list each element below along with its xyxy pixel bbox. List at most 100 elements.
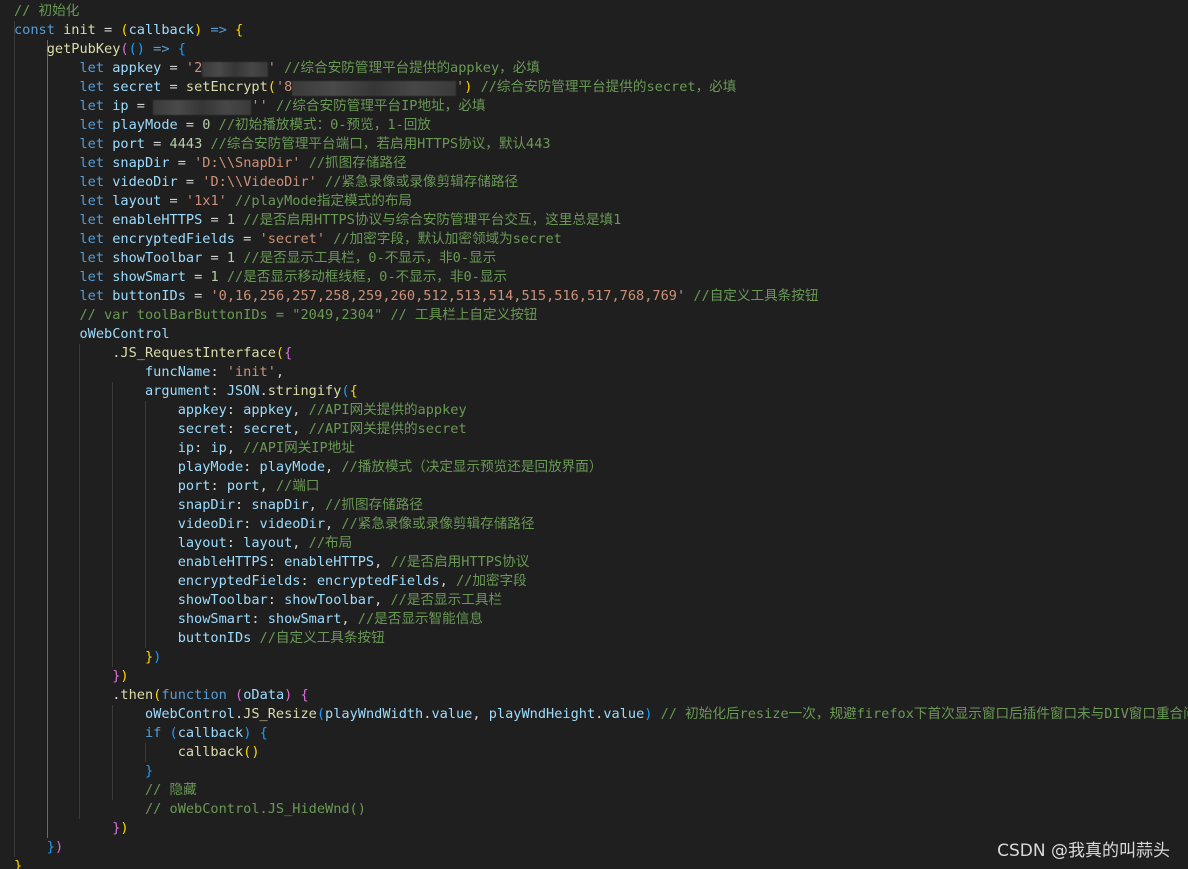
punctuation-token: =	[161, 193, 186, 209]
punctuation-token	[235, 250, 243, 266]
code-line[interactable]: argument: JSON.stringify({	[14, 382, 1188, 401]
code-line[interactable]: oWebControl	[14, 325, 1188, 344]
punctuation-token: ,	[292, 402, 309, 418]
punctuation-token	[251, 725, 259, 741]
punctuation-token: ,	[325, 459, 342, 475]
bracket-token: )	[54, 839, 64, 855]
code-line[interactable]: if (callback) {	[14, 724, 1188, 743]
code-line[interactable]: })	[14, 648, 1188, 667]
bracket-token: }	[46, 839, 55, 855]
identifier-token: callback	[177, 725, 244, 741]
comment-token: //抓图存储路径	[308, 155, 407, 171]
punctuation-token	[14, 364, 145, 380]
comment-token: //端口	[275, 478, 320, 494]
punctuation-token	[14, 79, 79, 95]
bracket-token: }	[144, 763, 154, 779]
string-token: '	[267, 60, 276, 76]
code-line[interactable]: port: port, //端口	[14, 477, 1188, 496]
comment-token: //播放模式（决定显示预览还是回放界面）	[341, 459, 603, 475]
string-token: 'D:\\SnapDir'	[194, 155, 301, 171]
code-line[interactable]: let showSmart = 1 //是否显示移动框线框，0-不显示，非0-显…	[14, 268, 1188, 287]
code-line[interactable]: buttonIDs //自定义工具条按钮	[14, 629, 1188, 648]
identifier-token: playMode	[112, 117, 178, 133]
punctuation-token: :	[251, 611, 268, 627]
punctuation-token	[14, 649, 145, 665]
code-line[interactable]: encryptedFields: encryptedFields, //加密字段	[14, 572, 1188, 591]
identifier-token: value	[431, 706, 473, 722]
code-line[interactable]: oWebControl.JS_Resize(playWndWidth.value…	[14, 705, 1188, 724]
code-line[interactable]: // oWebControl.JS_HideWnd()	[14, 800, 1188, 819]
code-line[interactable]: videoDir: videoDir, //紧急录像或录像剪辑存储路径	[14, 515, 1188, 534]
punctuation-token	[104, 155, 112, 171]
code-line[interactable]: let playMode = 0 //初始播放模式：0-预览，1-回放	[14, 116, 1188, 135]
punctuation-token	[14, 706, 145, 722]
code-line[interactable]: .then(function (oData) {	[14, 686, 1188, 705]
bracket-token: )	[251, 744, 260, 760]
punctuation-token: :	[267, 554, 285, 570]
code-line[interactable]: secret: secret, //API网关提供的secret	[14, 420, 1188, 439]
punctuation-token: ,	[292, 535, 309, 551]
code-line[interactable]: let showToolbar = 1 //是否显示工具栏，0-不显示，非0-显…	[14, 249, 1188, 268]
code-line[interactable]: // var toolBarButtonIDs = "2049,2304" //…	[14, 306, 1188, 325]
keyword-token: let	[79, 231, 105, 247]
identifier-token: videoDir	[259, 516, 326, 532]
code-line[interactable]: snapDir: snapDir, //抓图存储路径	[14, 496, 1188, 515]
identifier-token: showToolbar	[177, 592, 268, 608]
code-line[interactable]: let encryptedFields = 'secret' //加密字段，默认…	[14, 230, 1188, 249]
identifier-token: encryptedFields	[112, 231, 235, 247]
identifier-token: oWebControl	[144, 706, 235, 722]
code-line[interactable]: showSmart: showSmart, //是否显示智能信息	[14, 610, 1188, 629]
code-line[interactable]: layout: layout, //布局	[14, 534, 1188, 553]
bracket-token: (	[128, 41, 137, 57]
punctuation-token	[325, 231, 333, 247]
punctuation-token	[170, 41, 178, 57]
comment-token: //加密字段	[455, 573, 527, 589]
punctuation-token	[14, 763, 145, 779]
code-line[interactable]: ip: ip, //API网关IP地址	[14, 439, 1188, 458]
punctuation-token	[251, 630, 259, 646]
code-line[interactable]: .JS_RequestInterface({	[14, 344, 1188, 363]
code-line[interactable]: getPubKey(() => {	[14, 40, 1188, 59]
comment-token: //是否启用HTTPS协议与综合安防管理平台交互，这里总是填1	[243, 212, 622, 228]
punctuation-token	[14, 459, 178, 475]
code-line[interactable]: let snapDir = 'D:\\SnapDir' //抓图存储路径	[14, 154, 1188, 173]
code-line[interactable]: }	[14, 762, 1188, 781]
code-line[interactable]: let enableHTTPS = 1 //是否启用HTTPS协议与综合安防管理…	[14, 211, 1188, 230]
keyword-token: function	[161, 687, 227, 703]
code-content[interactable]: // 初始化 const init = (callback) => { getPu…	[14, 2, 1188, 869]
code-line[interactable]: })	[14, 667, 1188, 686]
punctuation-token	[14, 630, 178, 646]
punctuation-token: =	[202, 250, 227, 266]
punctuation-token	[104, 250, 112, 266]
csdn-watermark: CSDN @我真的叫蒜头	[997, 841, 1170, 861]
identifier-token: funcName	[144, 364, 211, 380]
punctuation-token	[104, 212, 112, 228]
keyword-token: let	[79, 98, 105, 114]
comment-token: // 初始化后resize一次，规避firefox下首次显示窗口后插件窗口未与D…	[660, 706, 1188, 722]
code-line[interactable]: let secret = setEncrypt('8 ') //综合安防管理平台…	[14, 78, 1188, 97]
bracket-token: )	[136, 41, 145, 57]
code-line[interactable]: let port = 4443 //综合安防管理平台端口，若启用HTTPS协议，…	[14, 135, 1188, 154]
punctuation-token: ,	[341, 611, 358, 627]
punctuation-token	[235, 212, 243, 228]
code-line[interactable]: funcName: 'init',	[14, 363, 1188, 382]
code-line[interactable]: // 初始化	[14, 2, 1188, 21]
punctuation-token: ,	[325, 516, 342, 532]
code-line[interactable]: let ip = '' //综合安防管理平台IP地址，必填	[14, 97, 1188, 116]
code-line[interactable]: showToolbar: showToolbar, //是否显示工具栏	[14, 591, 1188, 610]
comment-token: //API网关IP地址	[243, 440, 355, 456]
code-line[interactable]: enableHTTPS: enableHTTPS, //是否启用HTTPS协议	[14, 553, 1188, 572]
code-line[interactable]: let appkey = '2 ' //综合安防管理平台提供的appkey，必填	[14, 59, 1188, 78]
code-line[interactable]: // 隐藏	[14, 781, 1188, 800]
code-line[interactable]: let videoDir = 'D:\\VideoDir' //紧急录像或录像剪…	[14, 173, 1188, 192]
string-token: '0,16,256,257,258,259,260,512,513,514,51…	[210, 288, 686, 304]
code-line[interactable]: let buttonIDs = '0,16,256,257,258,259,26…	[14, 287, 1188, 306]
code-line[interactable]: appkey: appkey, //API网关提供的appkey	[14, 401, 1188, 420]
code-line[interactable]: callback()	[14, 743, 1188, 762]
code-line[interactable]: const init = (callback) => {	[14, 21, 1188, 40]
code-editor[interactable]: // 初始化 const init = (callback) => { getPu…	[0, 0, 1188, 869]
code-line[interactable]: let layout = '1x1' //playMode指定模式的布局	[14, 192, 1188, 211]
bracket-token: (	[120, 22, 129, 38]
bracket-token: )	[120, 668, 129, 684]
code-line[interactable]: playMode: playMode, //播放模式（决定显示预览还是回放界面）	[14, 458, 1188, 477]
